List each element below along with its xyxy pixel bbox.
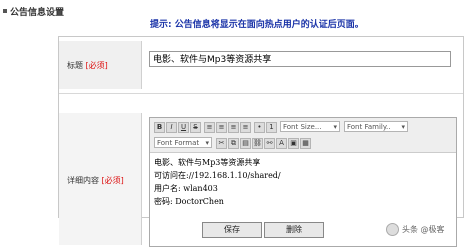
detail-required-badge: [必须] bbox=[101, 176, 124, 185]
chevron-down-icon: ▾ bbox=[401, 123, 405, 131]
image-icon[interactable]: ▣ bbox=[288, 138, 299, 149]
font-family-select[interactable]: Font Family.. ▾ bbox=[344, 121, 408, 132]
italic-icon[interactable]: I bbox=[166, 122, 177, 133]
title-label-cell: 标题 [必须] bbox=[59, 41, 142, 89]
font-format-value: Font Format bbox=[157, 139, 200, 147]
strikethrough-icon[interactable]: S bbox=[190, 122, 201, 133]
numbered-list-icon[interactable]: 1 bbox=[266, 122, 277, 133]
delete-button[interactable]: 删除 bbox=[264, 222, 324, 238]
font-family-value: Font Family.. bbox=[347, 123, 391, 131]
font-size-select[interactable]: Font Size... ▾ bbox=[280, 121, 340, 132]
settings-panel: 标题 [必须] 电影、软件与Mp3等资源共享 详细内容 [必须] B I U S… bbox=[58, 36, 464, 247]
editor-line: 可访问在://192.168.1.10/shared/ bbox=[154, 171, 281, 180]
hint-text: 提示: 公告信息将显示在面向热点用户的认证后页面。 bbox=[150, 20, 364, 30]
editor-line: 用户名: wlan403 bbox=[154, 184, 218, 193]
page-title: 公告信息设置 bbox=[10, 8, 65, 18]
watermark-logo-icon bbox=[386, 223, 399, 236]
editor-line: 密码: DoctorChen bbox=[154, 197, 224, 206]
title-bullet-icon bbox=[3, 9, 7, 13]
bold-icon[interactable]: B bbox=[154, 122, 165, 133]
chevron-down-icon: ▾ bbox=[333, 123, 337, 131]
align-left-icon[interactable]: ≡ bbox=[204, 122, 215, 133]
chevron-down-icon: ▾ bbox=[205, 139, 209, 147]
editor-line: 电影、软件与Mp3等资源共享 bbox=[154, 158, 261, 167]
bullet-list-icon[interactable]: • bbox=[254, 122, 265, 133]
watermark: 头条 @极客 bbox=[386, 222, 464, 238]
text-color-icon[interactable]: A bbox=[276, 138, 287, 149]
title-input[interactable]: 电影、软件与Mp3等资源共享 bbox=[149, 51, 451, 67]
detail-label-cell: 详细内容 [必须] bbox=[59, 113, 142, 245]
paste-icon[interactable]: ▤ bbox=[240, 138, 251, 149]
title-label-text: 标题 bbox=[67, 61, 83, 70]
cut-icon[interactable]: ✂ bbox=[216, 138, 227, 149]
justify-icon[interactable]: ≡ bbox=[240, 122, 251, 133]
watermark-text: 头条 @极客 bbox=[402, 225, 445, 234]
detail-label: 详细内容 [必须] bbox=[67, 175, 124, 186]
detail-label-text: 详细内容 bbox=[67, 176, 99, 185]
font-format-select[interactable]: Font Format ▾ bbox=[154, 137, 212, 148]
unlink-icon[interactable]: ⚯ bbox=[264, 138, 275, 149]
align-right-icon[interactable]: ≡ bbox=[228, 122, 239, 133]
editor-content[interactable]: 电影、软件与Mp3等资源共享 可访问在://192.168.1.10/share… bbox=[154, 156, 281, 208]
table-icon[interactable]: ▦ bbox=[300, 138, 311, 149]
editor-toolbar: B I U S ≡ ≡ ≡ ≡ • 1 Font Size... ▾ Font … bbox=[150, 118, 456, 153]
align-center-icon[interactable]: ≡ bbox=[216, 122, 227, 133]
underline-icon[interactable]: U bbox=[178, 122, 189, 133]
link-icon[interactable]: ⛓ bbox=[252, 138, 263, 149]
title-label: 标题 [必须] bbox=[67, 60, 108, 71]
font-size-value: Font Size... bbox=[283, 123, 322, 131]
title-required-badge: [必须] bbox=[85, 61, 108, 70]
copy-icon[interactable]: ⧉ bbox=[228, 138, 239, 149]
save-button[interactable]: 保存 bbox=[202, 222, 262, 238]
